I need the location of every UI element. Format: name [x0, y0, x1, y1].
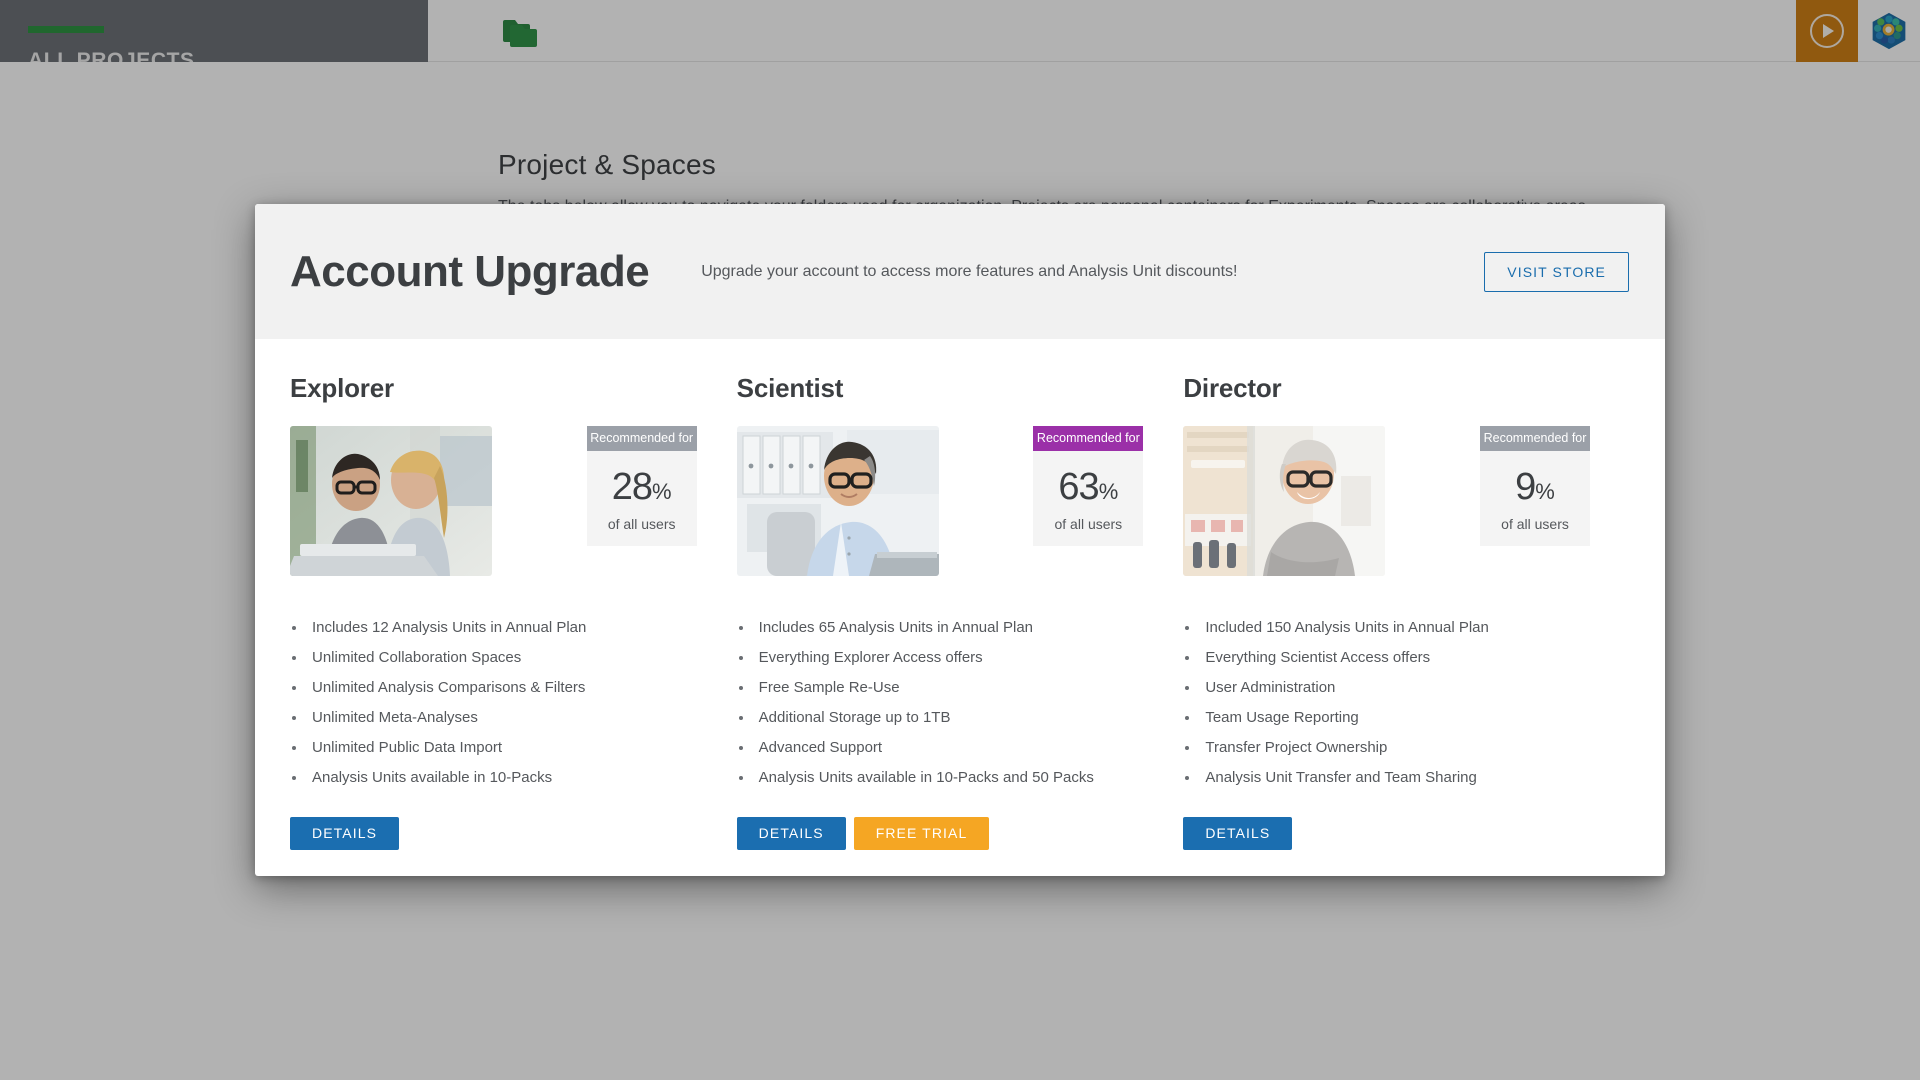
feature-list: Included 150 Analysis Units in Annual Pl…	[1183, 618, 1594, 788]
recommended-stat: Recommended for 28% of all users	[586, 426, 697, 546]
details-button[interactable]: DETAILS	[290, 816, 400, 850]
account-upgrade-dialog: Account Upgrade Upgrade your account to …	[255, 204, 1665, 876]
recommended-percent: 63%	[1033, 451, 1143, 514]
recommended-percent: 9%	[1480, 451, 1590, 514]
free-trial-button[interactable]: FREE TRIAL	[853, 816, 990, 850]
percent-symbol: %	[1098, 479, 1119, 504]
feature-list: Includes 12 Analysis Units in Annual Pla…	[290, 618, 701, 788]
recommended-badge: Recommended for	[586, 426, 697, 451]
feature-item: Everything Explorer Access offers	[737, 648, 1148, 668]
recommended-stat: Recommended for 63% of all users	[1033, 426, 1144, 546]
feature-item: Unlimited Meta-Analyses	[290, 708, 701, 728]
recommended-stat: Recommended for 9% of all users	[1480, 426, 1591, 546]
feature-item: Analysis Unit Transfer and Team Sharing	[1183, 768, 1594, 788]
recommended-caption: of all users	[1054, 516, 1123, 532]
plan-card-scientist: Scientist Recommended for 63% of all use…	[736, 373, 1184, 850]
plan-visual: Recommended for 63% of all users	[736, 426, 1148, 576]
visit-store-button[interactable]: VISIT STORE	[1484, 251, 1629, 292]
recommended-caption: of all users	[1501, 516, 1569, 532]
details-button[interactable]: DETAILS	[1183, 816, 1293, 850]
two-people-at-laptop-photo	[290, 426, 492, 576]
plan-card-explorer: Explorer Recommended for 28% of all user…	[290, 373, 737, 850]
feature-item: Analysis Units available in 10-Packs and…	[737, 768, 1148, 788]
feature-item: User Administration	[1183, 678, 1594, 698]
feature-item: Advanced Support	[737, 738, 1148, 758]
percent-value: 63	[1058, 466, 1099, 508]
plan-visual: Recommended for 9% of all users	[1183, 426, 1594, 576]
feature-item: Includes 65 Analysis Units in Annual Pla…	[737, 618, 1148, 638]
dialog-subtitle: Upgrade your account to access more feat…	[701, 262, 1238, 280]
man-with-glasses-in-office-photo	[736, 426, 939, 576]
plan-actions: DETAILS	[1183, 816, 1594, 850]
dialog-title: Account Upgrade	[290, 246, 650, 296]
feature-item: Team Usage Reporting	[1183, 708, 1594, 728]
feature-item: Included 150 Analysis Units in Annual Pl…	[1183, 618, 1594, 638]
plan-card-director: Director Recommended for 9% of all users…	[1183, 373, 1630, 850]
percent-symbol: %	[1535, 479, 1555, 504]
plan-actions: DETAILS	[290, 816, 701, 850]
percent-symbol: %	[652, 479, 672, 504]
plan-actions: DETAILS FREE TRIAL	[736, 816, 1148, 850]
feature-item: Unlimited Analysis Comparisons & Filters	[290, 678, 701, 698]
plans-container: Explorer Recommended for 28% of all user…	[255, 339, 1665, 850]
feature-item: Analysis Units available in 10-Packs	[290, 768, 701, 788]
percent-value: 9	[1515, 466, 1536, 508]
percent-value: 28	[611, 466, 653, 508]
feature-item: Unlimited Collaboration Spaces	[290, 648, 701, 668]
feature-item: Includes 12 Analysis Units in Annual Pla…	[290, 618, 701, 638]
recommended-badge: Recommended for	[1033, 426, 1144, 451]
details-button[interactable]: DETAILS	[736, 816, 846, 850]
recommended-caption: of all users	[607, 516, 676, 532]
recommended-badge: Recommended for	[1480, 426, 1591, 451]
plan-title: Director	[1183, 373, 1282, 403]
feature-item: Transfer Project Ownership	[1183, 738, 1594, 758]
dialog-header: Account Upgrade Upgrade your account to …	[255, 204, 1665, 339]
recommended-percent: 28%	[587, 451, 697, 514]
feature-item: Everything Scientist Access offers	[1183, 648, 1594, 668]
feature-item: Additional Storage up to 1TB	[737, 708, 1148, 728]
plan-title: Scientist	[736, 373, 844, 403]
feature-list: Includes 65 Analysis Units in Annual Pla…	[737, 618, 1148, 788]
plan-visual: Recommended for 28% of all users	[290, 426, 701, 576]
feature-item: Unlimited Public Data Import	[290, 738, 701, 758]
feature-item: Free Sample Re-Use	[737, 678, 1148, 698]
plan-title: Explorer	[290, 373, 394, 403]
smiling-woman-in-office-photo	[1183, 426, 1386, 576]
